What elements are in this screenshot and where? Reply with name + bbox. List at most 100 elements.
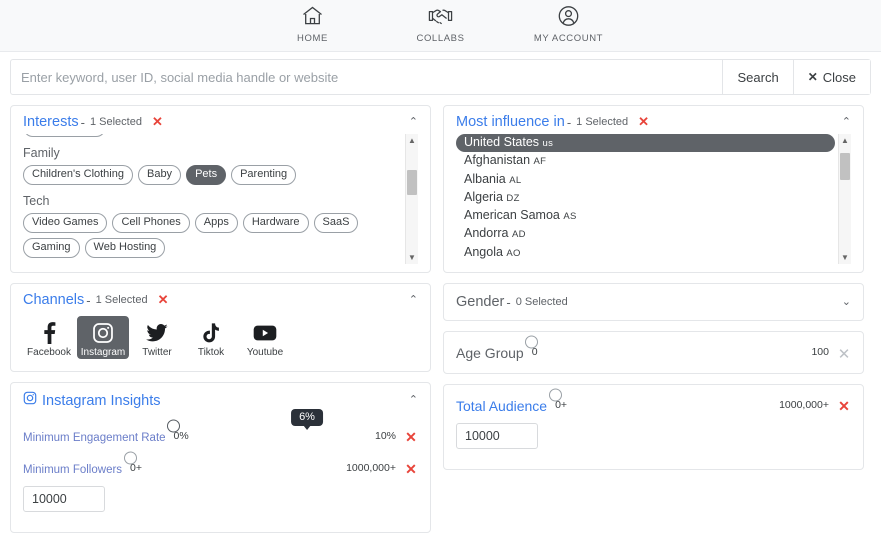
close-button[interactable]: ✕ Close [792, 60, 870, 94]
channel-tiktok[interactable]: Tiktok [185, 316, 237, 359]
interest-chip-web-hosting[interactable]: Web Hosting [84, 238, 166, 258]
slider-thumb[interactable] [123, 451, 137, 465]
scrollbar-track[interactable] [406, 147, 418, 251]
channels-header: Channels - 1 Selected ✕ ⌃ [11, 284, 430, 312]
interests-chevron-up-icon[interactable]: ⌃ [409, 116, 418, 128]
nav-item-collabs[interactable]: COLLABS [398, 2, 484, 44]
handshake-icon [427, 2, 454, 30]
interest-chip-saas[interactable]: SaaS [313, 213, 359, 233]
country-name: Anquilla [464, 263, 508, 264]
country-item-andorra[interactable]: Andorra AD [456, 225, 835, 243]
interest-chip-e-commerce[interactable]: E-Commerce [23, 134, 106, 137]
instagram-insights-chevron-up-icon[interactable]: ⌃ [409, 395, 418, 406]
gender-chevron-down-icon[interactable]: ⌄ [842, 296, 851, 308]
most-influence-in-header: Most influence in - 1 Selected ✕ ⌃ [444, 106, 863, 134]
interest-chip-baby[interactable]: Baby [137, 165, 182, 185]
minimum-engagement-rate-label: Minimum Engagement Rate [23, 432, 166, 444]
interests-group: Tech Video Games Cell Phones Apps Hardwa… [23, 194, 400, 258]
scrollbar-thumb[interactable] [840, 153, 850, 181]
instagram-insights-title-group: Instagram Insights [23, 391, 160, 410]
scroll-down-arrow-icon[interactable]: ▼ [841, 251, 849, 264]
slider-thumb[interactable] [525, 335, 539, 349]
gender-selected-count: 0 Selected [515, 296, 568, 308]
minimum-followers-slider[interactable]: 0+ 1000,000+ [123, 451, 396, 474]
channel-youtube[interactable]: Youtube [239, 316, 291, 359]
minimum-engagement-rate-slider[interactable]: 6% 0% 10% [167, 409, 396, 442]
scrollbar-track[interactable] [839, 147, 851, 251]
total-audience-input[interactable] [456, 423, 538, 449]
interest-chip-pets[interactable]: Pets [186, 165, 227, 185]
country-name: Algeria [464, 189, 503, 204]
most-influence-in-clear-icon[interactable]: ✕ [638, 114, 649, 130]
slider-thumb[interactable] [548, 388, 562, 402]
scrollbar-thumb[interactable] [407, 169, 417, 195]
tiktok-icon [201, 321, 221, 345]
channel-instagram[interactable]: Instagram [77, 316, 129, 359]
slider-thumb[interactable] [167, 419, 181, 433]
scroll-up-arrow-icon[interactable]: ▲ [408, 134, 416, 147]
country-list-scrollbar[interactable]: ▲ ▼ [838, 134, 851, 264]
total-audience-row: Total Audience 0+ 1000,000+ ✕ [444, 385, 863, 415]
country-item-algeria[interactable]: Algeria DZ [456, 189, 835, 207]
country-code: AF [533, 156, 547, 168]
channel-twitter[interactable]: Twitter [131, 316, 183, 359]
filters-grid: Interests - 1 Selected ✕ ⌃ E-Commerce Fa… [0, 95, 881, 533]
most-influence-in-chevron-up-icon[interactable]: ⌃ [842, 116, 851, 128]
total-audience-slider[interactable]: 0+ 1000,000+ [548, 388, 829, 411]
interest-chip-cell-phones[interactable]: Cell Phones [112, 213, 190, 233]
channel-label: Twitter [142, 347, 172, 358]
interests-scrollbar[interactable]: ▲ ▼ [405, 134, 418, 264]
age-group-slider[interactable]: 0 100 [525, 335, 829, 358]
nav-item-home[interactable]: HOME [270, 2, 356, 44]
minimum-engagement-rate-clear-icon[interactable]: ✕ [404, 426, 418, 446]
nav-item-collabs-label: COLLABS [416, 33, 465, 44]
search-button[interactable]: Search [722, 60, 793, 94]
channels-list: Facebook Instagram Twitter Tiktok Youtub… [11, 312, 430, 371]
gender-panel[interactable]: Gender - 0 Selected ⌄ [443, 283, 864, 321]
scroll-up-arrow-icon[interactable]: ▲ [841, 134, 849, 147]
interest-chip-gaming[interactable]: Gaming [23, 238, 80, 258]
nav-item-home-label: HOME [297, 33, 328, 44]
search-button-label: Search [737, 69, 779, 85]
interests-group-title-tech: Tech [23, 194, 50, 208]
country-item-anquilla[interactable]: Anquilla AI [456, 262, 835, 264]
country-item-american-samoa[interactable]: American Samoa AS [456, 207, 835, 225]
channel-facebook[interactable]: Facebook [23, 316, 75, 359]
minimum-followers-clear-icon[interactable]: ✕ [404, 458, 418, 478]
search-input[interactable] [11, 60, 723, 94]
total-audience-label: Total Audience [456, 398, 548, 414]
minimum-followers-row: Minimum Followers 0+ 1000,000+ ✕ [11, 451, 430, 478]
channel-label: Youtube [246, 347, 284, 358]
minimum-followers-input[interactable] [23, 486, 105, 512]
total-audience-clear-icon[interactable]: ✕ [837, 395, 851, 415]
interest-chip-hardware[interactable]: Hardware [242, 213, 309, 233]
channels-clear-icon[interactable]: ✕ [158, 292, 169, 308]
interests-clear-icon[interactable]: ✕ [152, 114, 163, 130]
country-name: Angola [464, 244, 503, 259]
instagram-icon [23, 391, 37, 410]
most-influence-in-dash: - [566, 114, 572, 130]
interest-chip-childrens-clothing[interactable]: Children's Clothing [23, 165, 133, 185]
interest-chip-parenting[interactable]: Parenting [231, 165, 297, 185]
interests-groups: E-Commerce Family Children's Clothing Ba… [23, 134, 400, 258]
country-item-afghanistan[interactable]: Afghanistan AF [456, 152, 835, 170]
country-item-albania[interactable]: Albania AL [456, 171, 835, 189]
country-item-united-states[interactable]: United States us [456, 134, 835, 153]
channels-selected-count: 1 Selected [95, 294, 148, 306]
channels-chevron-up-icon[interactable]: ⌃ [409, 294, 418, 306]
nav-item-my-account[interactable]: MY ACCOUNT [526, 2, 612, 44]
instagram-insights-panel: Instagram Insights ⌃ Minimum Engagement … [10, 382, 431, 533]
scroll-down-arrow-icon[interactable]: ▼ [408, 251, 416, 264]
slider-max-label: 10% [374, 430, 396, 442]
country-code: AD [511, 229, 526, 241]
interest-chip-video-games[interactable]: Video Games [23, 213, 108, 233]
gender-header[interactable]: Gender - 0 Selected ⌄ [444, 284, 863, 320]
interest-chip-apps[interactable]: Apps [194, 213, 238, 233]
interests-chip-row: Video Games Cell Phones Apps Hardware Sa… [23, 213, 400, 258]
country-item-angola[interactable]: Angola AO [456, 244, 835, 262]
most-influence-in-panel: Most influence in - 1 Selected ✕ ⌃ Unite… [443, 105, 864, 273]
country-name: Albania [464, 171, 506, 186]
channel-label: Tiktok [197, 347, 225, 358]
age-group-row: Age Group 0 100 ✕ [444, 332, 863, 363]
age-group-clear-icon[interactable]: ✕ [837, 342, 851, 363]
